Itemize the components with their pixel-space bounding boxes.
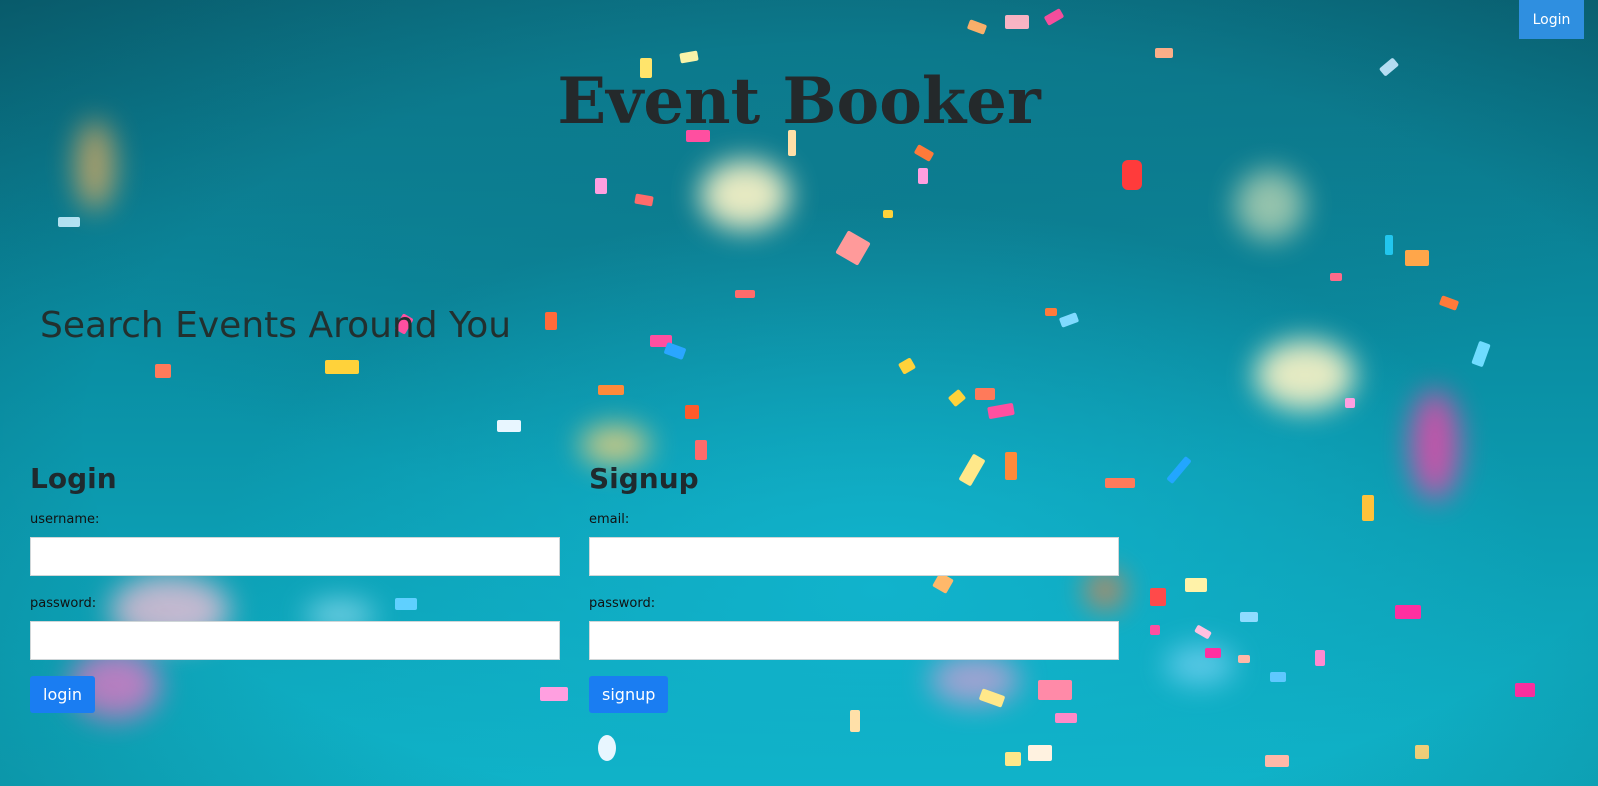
signup-password-label: password: <box>589 596 656 611</box>
login-form: Login username: password: login <box>30 462 560 713</box>
signup-heading: Signup <box>589 462 699 495</box>
email-label: email: <box>589 512 630 527</box>
username-input[interactable] <box>30 537 560 576</box>
login-password-label: password: <box>30 596 97 611</box>
header-login-button[interactable]: Login <box>1519 0 1584 39</box>
username-label: username: <box>30 512 100 527</box>
email-input[interactable] <box>589 537 1119 576</box>
signup-password-input[interactable] <box>589 621 1119 660</box>
page-subtitle: Search Events Around You <box>40 305 512 346</box>
signup-submit-button[interactable]: signup <box>589 676 669 713</box>
page-title: Event Booker <box>557 64 1041 139</box>
signup-form: Signup email: password: signup <box>589 462 1119 713</box>
login-password-input[interactable] <box>30 621 560 660</box>
login-heading: Login <box>30 462 117 495</box>
login-submit-button[interactable]: login <box>30 676 95 713</box>
